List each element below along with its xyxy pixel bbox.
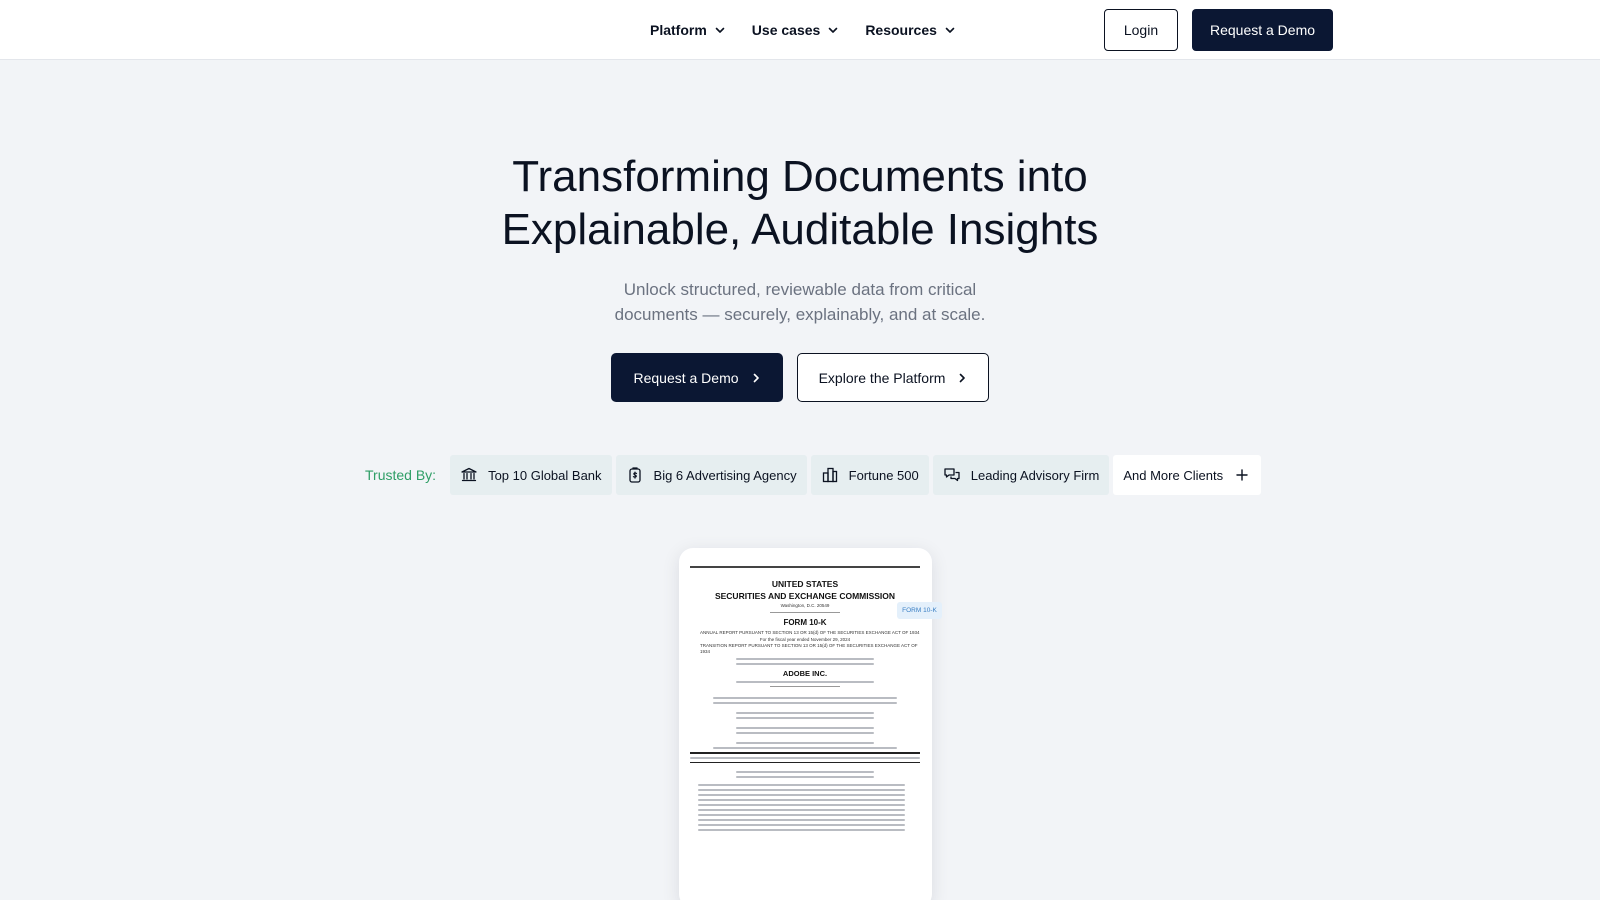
document-text-line — [736, 727, 874, 729]
document-text-line — [690, 756, 920, 759]
document-text-line — [698, 804, 905, 806]
document-text-line — [736, 771, 874, 773]
money-bag-icon — [628, 467, 641, 483]
chevron-down-icon — [829, 27, 838, 33]
document-text-line — [698, 819, 905, 821]
chevron-down-icon — [715, 27, 725, 33]
document-text-line — [736, 776, 874, 778]
document-text-line — [698, 799, 905, 801]
trusted-chip-advisory: Leading Advisory Firm — [932, 455, 1110, 495]
document-form-title: FORM 10-K — [783, 618, 827, 627]
document-table-rule — [690, 752, 920, 754]
nav-platform-label: Platform — [650, 22, 707, 38]
request-demo-button[interactable]: Request a Demo — [611, 353, 783, 402]
trusted-chip-label: Top 10 Global Bank — [488, 467, 602, 483]
trusted-chip-fortune: Fortune 500 — [810, 455, 929, 495]
request-demo-button-label: Request a Demo — [633, 369, 739, 386]
bank-icon — [461, 467, 477, 482]
document-text-line — [698, 789, 905, 791]
explore-platform-button[interactable]: Explore the Platform — [797, 353, 989, 402]
document-text-line — [713, 702, 897, 704]
document-text-line — [736, 663, 874, 665]
document-top-rule — [690, 566, 920, 568]
chevron-right-icon — [960, 373, 966, 382]
chevron-down-icon — [945, 27, 955, 33]
document-table-rule — [690, 761, 920, 763]
document-text-line — [736, 658, 874, 660]
document-fiscal-year: For the fiscal year ended November 29, 2… — [759, 637, 851, 642]
hero-title: Transforming Documents into Explainable,… — [0, 150, 1600, 256]
document-text-line — [736, 712, 874, 714]
document-text-line — [713, 747, 897, 749]
document-divider — [770, 612, 840, 613]
document-text-line — [698, 784, 905, 786]
document-divider — [770, 686, 840, 687]
explore-platform-button-label: Explore the Platform — [818, 369, 946, 386]
main-nav: Platform Use cases Resources — [650, 0, 956, 60]
chevron-right-icon — [753, 373, 759, 382]
hero-cta-row: Request a Demo Explore the Platform — [611, 353, 989, 402]
chat-bubbles-icon — [944, 468, 960, 482]
hero-title-line1: Transforming Documents into — [512, 152, 1088, 201]
document-text-line — [698, 814, 905, 816]
trusted-by-strip: Trusted By: Top 10 Global Bank Big 6 Adv… — [365, 455, 1262, 495]
document-text-line — [698, 829, 905, 831]
trusted-chip-more-clients[interactable]: And More Clients — [1113, 455, 1262, 495]
form-type-badge: FORM 10-K — [897, 602, 942, 619]
nav-resources[interactable]: Resources — [865, 22, 956, 38]
trusted-chip-label: Big 6 Advertising Agency — [653, 467, 797, 483]
nav-use-cases[interactable]: Use cases — [752, 22, 840, 38]
hero-subtitle: Unlock structured, reviewable data from … — [614, 280, 986, 324]
login-button[interactable]: Login — [1104, 9, 1178, 51]
hero-title-line2: Explainable, Auditable Insights — [501, 205, 1099, 254]
document-text-line — [736, 717, 874, 719]
document-page: UNITED STATES SECURITIES AND EXCHANGE CO… — [690, 566, 920, 834]
nav-platform[interactable]: Platform — [650, 22, 726, 38]
document-header-line1: UNITED STATES — [771, 579, 839, 589]
trusted-by-label: Trusted By: — [365, 467, 437, 483]
trusted-chip-label: Fortune 500 — [848, 467, 919, 483]
top-navbar: Platform Use cases Resources Login Reque… — [0, 0, 1600, 60]
document-header-line2: SECURITIES AND EXCHANGE COMMISSION — [714, 591, 896, 601]
document-text-line — [736, 681, 874, 683]
trusted-chip-label: Leading Advisory Firm — [970, 467, 1100, 483]
document-transition-report-line: TRANSITION REPORT PURSUANT TO SECTION 13… — [700, 643, 918, 654]
buildings-icon — [822, 467, 837, 483]
nav-resources-label: Resources — [865, 22, 937, 38]
document-header-city: Washington, D.C. 20549 — [780, 603, 830, 608]
request-demo-nav-button[interactable]: Request a Demo — [1192, 9, 1333, 51]
document-text-line — [698, 794, 905, 796]
trusted-chip-label: And More Clients — [1123, 467, 1224, 483]
plus-icon — [1236, 469, 1248, 481]
trusted-chip-agency: Big 6 Advertising Agency — [615, 455, 807, 495]
document-text-line — [698, 809, 905, 811]
document-text-line — [736, 732, 874, 734]
document-text-line — [736, 742, 874, 744]
trusted-chip-bank: Top 10 Global Bank — [450, 455, 612, 495]
document-company-name: ADOBE INC. — [782, 669, 828, 678]
document-text-line — [698, 824, 905, 826]
document-preview-card: UNITED STATES SECURITIES AND EXCHANGE CO… — [679, 548, 932, 900]
document-text-line — [713, 697, 897, 699]
nav-use-cases-label: Use cases — [751, 22, 821, 38]
